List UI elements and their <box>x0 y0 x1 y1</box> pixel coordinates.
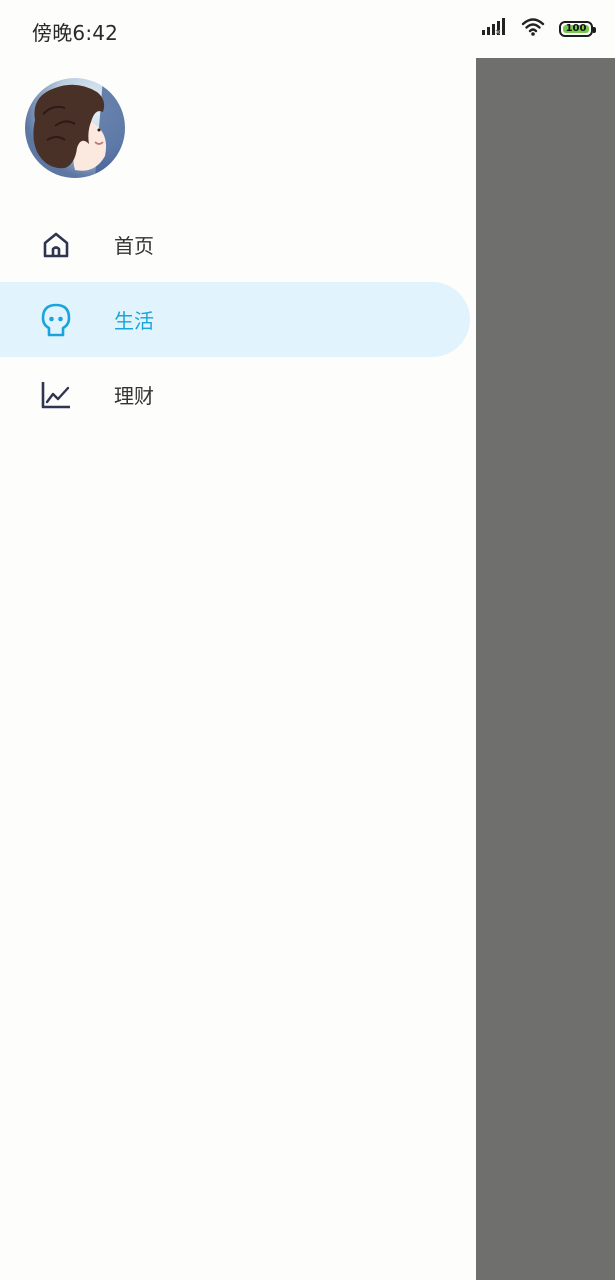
drawer-scrim[interactable] <box>476 50 615 1280</box>
status-icons: 100 <box>481 17 596 41</box>
drawer-menu: 首页 生活 理财 <box>0 207 476 432</box>
navigation-drawer: 首页 生活 理财 <box>0 50 476 1280</box>
signal-icon <box>481 17 507 41</box>
avatar-icon[interactable] <box>25 78 125 178</box>
chart-line-icon <box>38 377 74 413</box>
life-icon <box>38 302 74 338</box>
home-icon <box>38 227 74 263</box>
battery-level: 100 <box>565 23 587 34</box>
menu-item-life[interactable]: 生活 <box>0 282 470 357</box>
battery-icon: 100 <box>559 21 596 37</box>
menu-item-home[interactable]: 首页 <box>0 207 470 282</box>
menu-item-label: 生活 <box>114 309 154 333</box>
menu-item-label: 首页 <box>114 234 154 258</box>
status-time: 傍晚6:42 <box>32 21 119 45</box>
menu-item-label: 理财 <box>114 384 154 408</box>
wifi-icon <box>521 17 545 41</box>
menu-item-finance[interactable]: 理财 <box>0 357 470 432</box>
